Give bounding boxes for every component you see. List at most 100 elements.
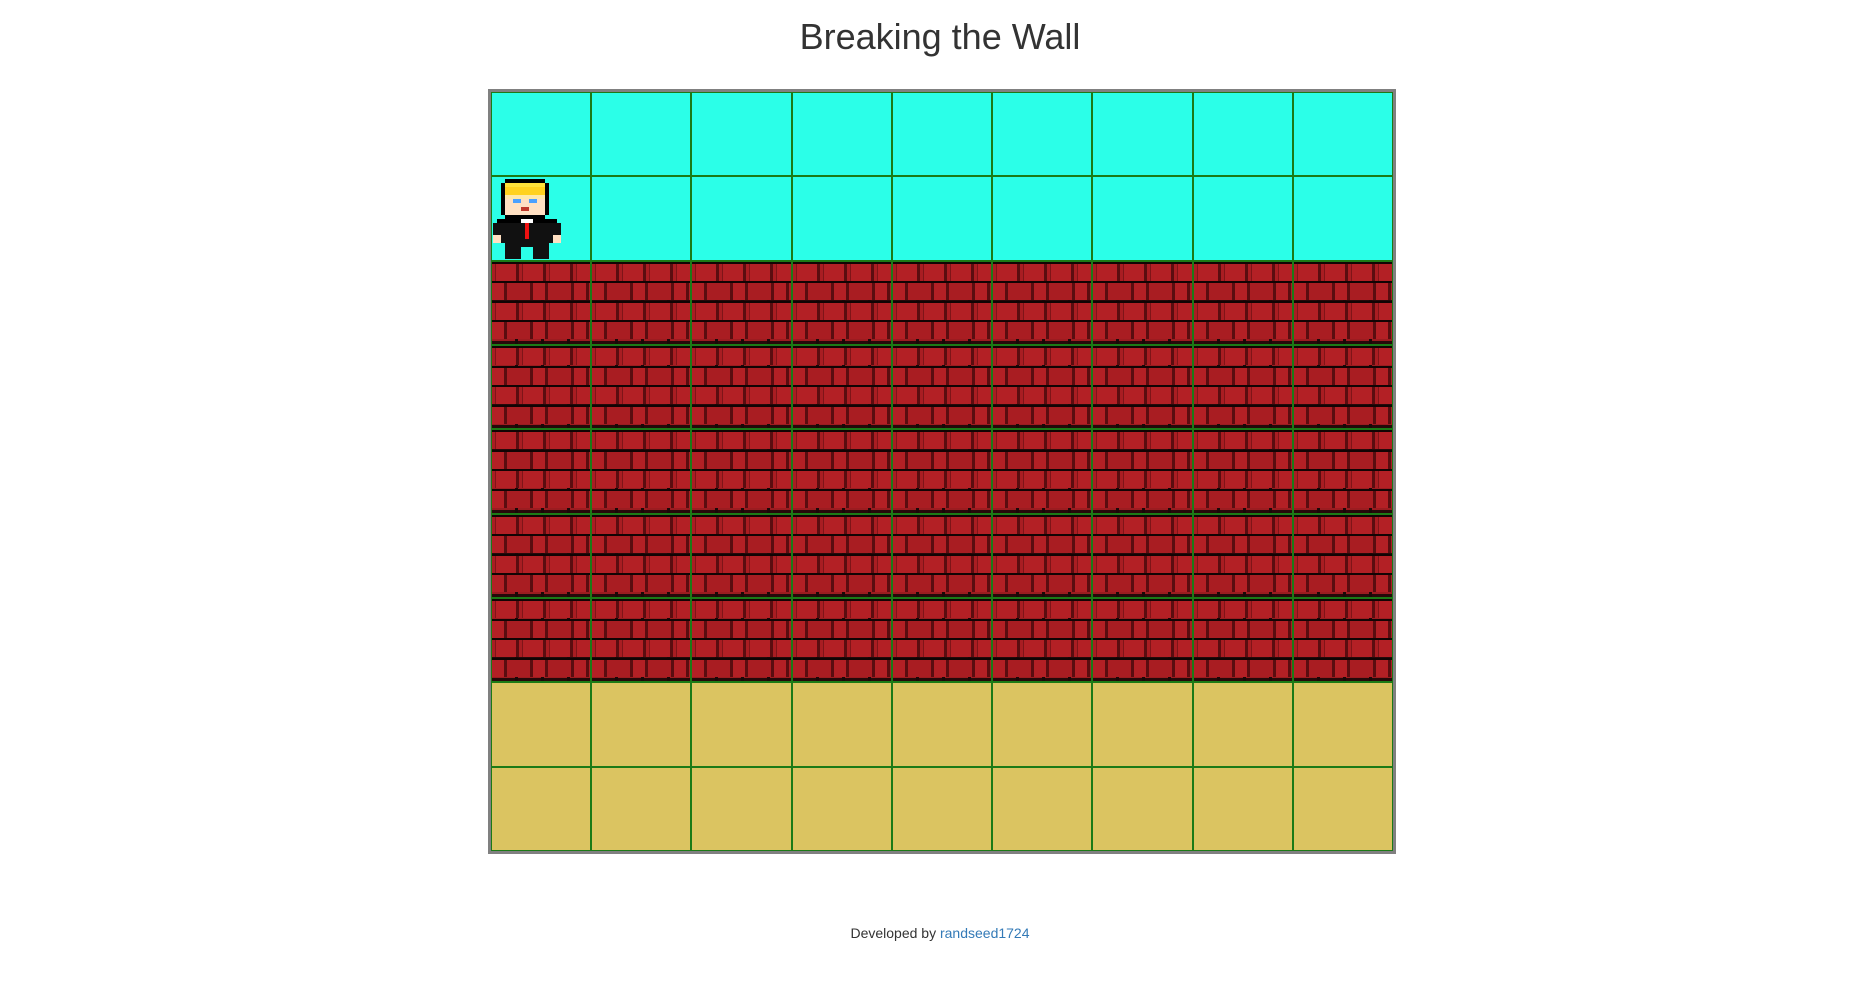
brick-cell[interactable] [491, 345, 592, 430]
sand-cell[interactable] [1292, 766, 1393, 851]
brick-cell[interactable] [791, 260, 892, 345]
sky-cell[interactable] [591, 92, 692, 177]
brick-row [592, 385, 691, 404]
sky-cell[interactable] [992, 92, 1093, 177]
brick-cell[interactable] [1092, 260, 1193, 345]
brick-cell[interactable] [491, 598, 592, 683]
brick-cell[interactable] [891, 345, 993, 430]
brick-row [592, 599, 691, 618]
brick-row [692, 469, 791, 489]
sky-cell[interactable] [791, 92, 892, 177]
brick-cell[interactable] [791, 598, 892, 683]
sand-cell[interactable] [891, 766, 993, 851]
sky-cell[interactable] [1192, 176, 1293, 261]
sky-cell[interactable] [1092, 176, 1193, 261]
brick-cell[interactable] [1092, 345, 1193, 430]
brick-cell[interactable] [1092, 429, 1193, 514]
brick-row [1293, 261, 1392, 281]
brick-row [1093, 300, 1192, 320]
brick-cell[interactable] [992, 429, 1093, 514]
sand-cell[interactable] [691, 766, 792, 851]
sky-cell[interactable] [591, 176, 692, 261]
brick-cell[interactable] [1292, 598, 1393, 683]
brick-cell[interactable] [791, 513, 892, 598]
sky-cell[interactable] [691, 176, 792, 261]
sand-cell[interactable] [1292, 682, 1393, 767]
brick-row [492, 534, 591, 554]
brick-row [892, 430, 992, 450]
brick-cell[interactable] [491, 513, 592, 598]
brick-cell[interactable] [891, 598, 993, 683]
brick-cell[interactable] [491, 260, 592, 345]
brick-row [1093, 430, 1192, 450]
brick-row [993, 573, 1092, 593]
brick-cell[interactable] [1292, 260, 1393, 345]
sand-cell[interactable] [691, 682, 792, 767]
brick-texture [492, 261, 591, 344]
sand-cell[interactable] [791, 682, 892, 767]
sand-cell[interactable] [591, 682, 692, 767]
brick-cell[interactable] [691, 513, 792, 598]
brick-row [692, 534, 791, 554]
brick-cell[interactable] [691, 260, 792, 345]
brick-cell[interactable] [591, 513, 692, 598]
brick-texture [692, 261, 791, 344]
brick-cell[interactable] [491, 429, 592, 514]
brick-cell[interactable] [791, 429, 892, 514]
sand-cell[interactable] [791, 766, 892, 851]
brick-cell[interactable] [1092, 513, 1193, 598]
brick-cell[interactable] [1192, 260, 1293, 345]
brick-cell[interactable] [1292, 513, 1393, 598]
sky-cell[interactable] [491, 176, 592, 261]
sand-cell[interactable] [1192, 682, 1293, 767]
brick-cell[interactable] [992, 598, 1093, 683]
brick-cell[interactable] [591, 345, 692, 430]
sand-cell[interactable] [992, 766, 1093, 851]
brick-cell[interactable] [992, 345, 1093, 430]
brick-cell[interactable] [891, 513, 993, 598]
brick-row [792, 599, 891, 618]
author-link[interactable]: randseed1724 [940, 925, 1030, 941]
brick-row [592, 449, 691, 469]
brick-cell[interactable] [992, 513, 1093, 598]
brick-cell[interactable] [891, 260, 993, 345]
brick-cell[interactable] [691, 429, 792, 514]
brick-row [1193, 514, 1292, 534]
sky-cell[interactable] [992, 176, 1093, 261]
sand-cell[interactable] [591, 766, 692, 851]
brick-texture [993, 514, 1092, 597]
sand-cell[interactable] [1092, 766, 1193, 851]
sand-cell[interactable] [992, 682, 1093, 767]
sky-cell[interactable] [891, 92, 993, 177]
brick-cell[interactable] [1292, 345, 1393, 430]
brick-cell[interactable] [1092, 598, 1193, 683]
sky-cell[interactable] [1092, 92, 1193, 177]
brick-cell[interactable] [691, 598, 792, 683]
sky-cell[interactable] [1192, 92, 1293, 177]
brick-cell[interactable] [1192, 513, 1293, 598]
sky-cell[interactable] [691, 92, 792, 177]
sky-cell[interactable] [1292, 176, 1393, 261]
sand-cell[interactable] [491, 682, 592, 767]
brick-row [492, 638, 591, 657]
brick-cell[interactable] [992, 260, 1093, 345]
brick-cell[interactable] [591, 598, 692, 683]
brick-cell[interactable] [1192, 345, 1293, 430]
brick-cell[interactable] [791, 345, 892, 430]
brick-cell[interactable] [591, 260, 692, 345]
player-character-icon[interactable] [493, 179, 561, 260]
brick-cell[interactable] [591, 429, 692, 514]
sand-cell[interactable] [491, 766, 592, 851]
sand-cell[interactable] [1092, 682, 1193, 767]
brick-cell[interactable] [691, 345, 792, 430]
sky-cell[interactable] [791, 176, 892, 261]
sand-cell[interactable] [1192, 766, 1293, 851]
brick-cell[interactable] [891, 429, 993, 514]
brick-cell[interactable] [1192, 598, 1293, 683]
sky-cell[interactable] [491, 92, 592, 177]
brick-cell[interactable] [1192, 429, 1293, 514]
sky-cell[interactable] [891, 176, 993, 261]
sand-cell[interactable] [891, 682, 993, 767]
brick-cell[interactable] [1292, 429, 1393, 514]
sky-cell[interactable] [1292, 92, 1393, 177]
